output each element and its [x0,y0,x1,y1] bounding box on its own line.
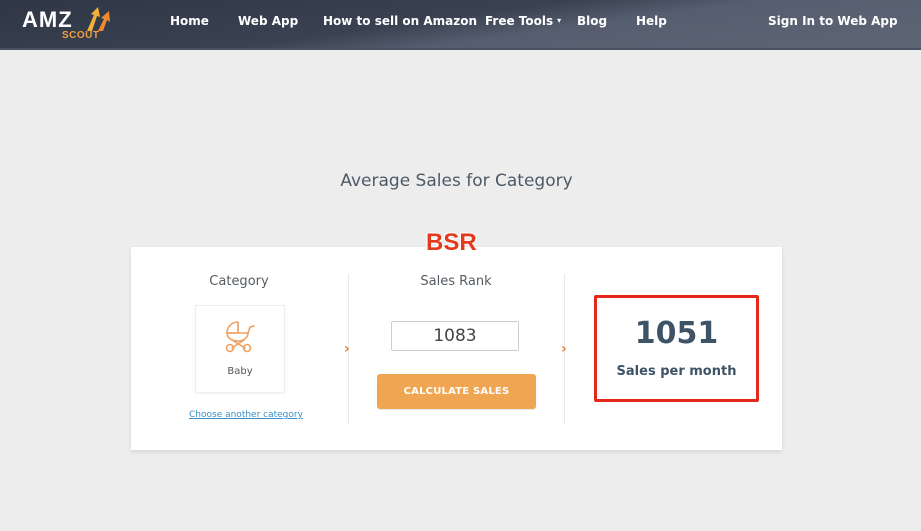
category-title: Category [209,274,269,289]
chevron-right-icon: › [344,341,350,357]
sign-in-link[interactable]: Sign In to Web App [768,14,898,28]
chevron-right-icon: › [561,341,567,357]
amzscout-logo[interactable]: AMZ SCOUT [22,5,122,45]
category-tile-baby[interactable]: Baby [195,305,285,393]
nav-how-to-sell[interactable]: How to sell on Amazon [323,14,477,28]
result-highlight-box: 1051 Sales per month [594,295,759,402]
nav-blog[interactable]: Blog [577,14,607,28]
baby-stroller-icon [225,321,255,353]
page-title: Average Sales for Category [340,171,573,191]
nav-free-tools-label: Free Tools [485,14,554,28]
nav-free-tools[interactable]: Free Tools ▾ [485,14,561,28]
sales-rank-title: Sales Rank [420,274,492,289]
top-navbar: AMZ SCOUT Home Web App How to sell on Am… [0,0,921,50]
sales-per-month-value: 1051 [634,316,719,351]
sales-calculator-card: Category Baby Choose another category › … [131,247,782,450]
category-name: Baby [227,366,253,377]
nav-help[interactable]: Help [636,14,667,28]
sales-per-month-label: Sales per month [616,364,737,379]
calculate-sales-button[interactable]: CALCULATE SALES [377,374,536,409]
bsr-annotation: BSR [426,229,477,256]
sales-rank-input[interactable] [391,321,519,351]
nav-web-app[interactable]: Web App [238,14,298,28]
logo-arrows-icon [87,7,110,31]
choose-another-category-link[interactable]: Choose another category [189,410,303,420]
chevron-down-icon: ▾ [557,16,562,25]
nav-home[interactable]: Home [170,14,209,28]
